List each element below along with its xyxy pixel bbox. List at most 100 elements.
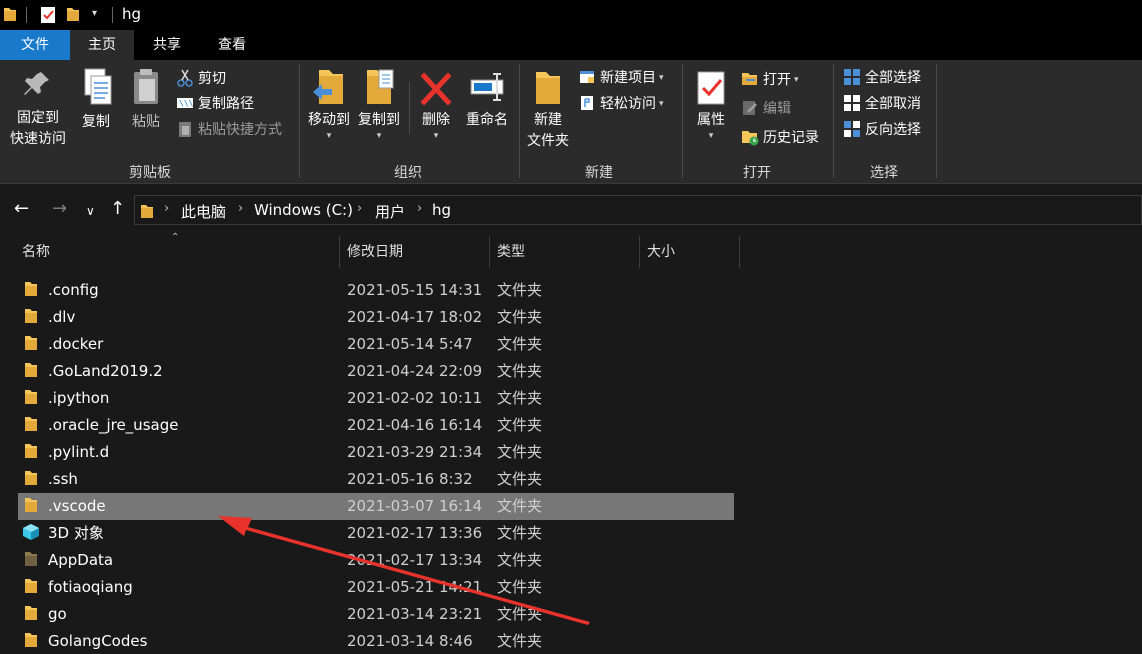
- paste-button[interactable]: 粘贴: [124, 66, 168, 133]
- rename-button[interactable]: 重命名: [462, 66, 512, 131]
- column-divider[interactable]: [739, 236, 740, 268]
- easy-access-button[interactable]: 轻松访问 ▾: [578, 93, 664, 115]
- new-folder-button[interactable]: 新建 文件夹: [523, 66, 573, 152]
- paste-shortcut-label: 粘贴快捷方式: [198, 122, 282, 138]
- folder-icon: [24, 281, 38, 301]
- file-row[interactable]: AppData 2021-02-17 13:34 文件夹: [18, 547, 734, 574]
- breadcrumb-this-pc[interactable]: 此电脑: [181, 201, 226, 222]
- file-row[interactable]: .GoLand2019.2 2021-04-24 22:09 文件夹: [18, 358, 734, 385]
- paste-icon: [134, 69, 158, 104]
- file-modified-date: 2021-03-29 21:34: [347, 443, 483, 461]
- tab-file[interactable]: 文件: [0, 30, 70, 60]
- file-row[interactable]: .dlv 2021-04-17 18:02 文件夹: [18, 304, 734, 331]
- folder-icon: [24, 389, 38, 409]
- group-divider: [299, 64, 300, 178]
- move-to-label: 移动到: [308, 112, 350, 128]
- file-name: .ipython: [48, 389, 110, 407]
- select-none-label: 全部取消: [865, 96, 921, 112]
- tab-share[interactable]: 共享: [134, 30, 200, 60]
- breadcrumb-windows-c[interactable]: Windows (C:): [254, 201, 353, 219]
- column-header-size[interactable]: 大小: [647, 236, 737, 268]
- title-bar: ▾ hg: [0, 0, 1142, 30]
- column-header-name[interactable]: 名称: [22, 236, 338, 268]
- properties-button[interactable]: 属性 ▾: [688, 66, 734, 141]
- new-item-dropdown-icon: ▾: [659, 73, 664, 83]
- new-folder-icon: [536, 72, 560, 104]
- new-folder-label-line2: 文件夹: [527, 133, 569, 149]
- delete-button[interactable]: 删除 ▾: [414, 66, 458, 141]
- back-arrow-icon[interactable]: ←: [14, 199, 29, 219]
- file-name: .GoLand2019.2: [48, 362, 163, 380]
- select-all-button[interactable]: 全部选择: [843, 67, 921, 89]
- breadcrumb-separator-icon[interactable]: ›: [238, 201, 243, 216]
- file-row[interactable]: .ipython 2021-02-02 10:11 文件夹: [18, 385, 734, 412]
- tab-home[interactable]: 主页: [70, 30, 134, 60]
- new-item-button[interactable]: 新建项目 ▾: [578, 67, 664, 89]
- delete-label: 删除: [422, 112, 450, 128]
- column-header-type[interactable]: 类型: [497, 236, 637, 268]
- file-row[interactable]: .oracle_jre_usage 2021-04-16 16:14 文件夹: [18, 412, 734, 439]
- column-header-modified[interactable]: 修改日期: [347, 236, 487, 268]
- open-button[interactable]: 打开 ▾: [741, 69, 799, 91]
- column-divider[interactable]: [639, 236, 640, 268]
- file-name: AppData: [48, 551, 114, 569]
- column-divider[interactable]: [489, 236, 490, 268]
- folder-icon: [24, 308, 38, 328]
- file-type: 文件夹: [497, 281, 543, 299]
- paste-shortcut-button[interactable]: 粘贴快捷方式: [176, 119, 282, 141]
- file-name: go: [48, 605, 67, 623]
- file-type: 文件夹: [497, 389, 543, 407]
- copy-to-button[interactable]: 复制到 ▾: [354, 66, 404, 141]
- file-type: 文件夹: [497, 335, 543, 353]
- group-divider: [833, 64, 834, 178]
- copy-button[interactable]: 复制: [74, 66, 118, 133]
- cut-button[interactable]: 剪切: [176, 68, 226, 90]
- file-type: 文件夹: [497, 443, 543, 461]
- file-name: .dlv: [48, 308, 76, 326]
- up-arrow-icon[interactable]: ↑: [110, 199, 125, 219]
- invert-selection-button[interactable]: 反向选择: [843, 119, 921, 141]
- file-type: 文件夹: [497, 362, 543, 380]
- folder-icon: [24, 416, 38, 436]
- file-row[interactable]: .docker 2021-05-14 5:47 文件夹: [18, 331, 734, 358]
- tab-view[interactable]: 查看: [200, 30, 264, 60]
- svg-text:\\\: \\\: [179, 99, 194, 108]
- file-row[interactable]: GolangCodes 2021-03-14 8:46 文件夹: [18, 628, 734, 654]
- file-row[interactable]: .vscode 2021-03-07 16:14 文件夹: [18, 493, 734, 520]
- file-row[interactable]: .ssh 2021-05-16 8:32 文件夹: [18, 466, 734, 493]
- customize-toolbar-icon[interactable]: ▾: [92, 8, 97, 19]
- move-to-button[interactable]: 移动到 ▾: [304, 66, 354, 141]
- pin-to-quick-access-button[interactable]: 固定到 快速访问: [6, 66, 70, 150]
- file-row[interactable]: fotiaoqiang 2021-05-21 14:21 文件夹: [18, 574, 734, 601]
- history-icon: [741, 128, 759, 146]
- copy-path-label: 复制路径: [198, 96, 254, 112]
- column-divider[interactable]: [339, 236, 340, 268]
- recent-locations-chevron-icon[interactable]: ∨: [86, 201, 95, 221]
- copy-path-button[interactable]: \\\ 复制路径: [176, 93, 254, 115]
- file-type: 文件夹: [497, 605, 543, 623]
- file-name: .docker: [48, 335, 104, 353]
- breadcrumb-users[interactable]: 用户: [375, 201, 405, 222]
- select-none-button[interactable]: 全部取消: [843, 93, 921, 115]
- breadcrumb-hg[interactable]: hg: [432, 201, 451, 219]
- file-name: .pylint.d: [48, 443, 110, 461]
- edit-button[interactable]: 编辑: [741, 98, 791, 120]
- file-row[interactable]: go 2021-03-14 23:21 文件夹: [18, 601, 734, 628]
- file-name: .config: [48, 281, 99, 299]
- breadcrumb-separator-icon[interactable]: ›: [357, 201, 362, 216]
- forward-arrow-icon[interactable]: →: [52, 199, 67, 219]
- copy-label: 复制: [82, 114, 110, 130]
- history-button[interactable]: 历史记录: [741, 127, 819, 149]
- breadcrumb-separator-icon[interactable]: ›: [164, 201, 169, 216]
- copy-path-icon: \\\: [176, 94, 194, 112]
- group-divider: [682, 64, 683, 178]
- properties-quick-icon[interactable]: [40, 6, 56, 24]
- address-bar[interactable]: › 此电脑 › Windows (C:) › 用户 › hg: [134, 195, 1142, 225]
- breadcrumb-separator-icon[interactable]: ›: [417, 201, 422, 216]
- copy-to-label: 复制到: [358, 112, 400, 128]
- file-row[interactable]: 3D 对象 2021-02-17 13:36 文件夹: [18, 520, 734, 547]
- file-row[interactable]: .config 2021-05-15 14:31 文件夹: [18, 277, 734, 304]
- new-folder-quick-icon[interactable]: [66, 6, 80, 22]
- group-label-open: 打开: [743, 165, 771, 181]
- file-row[interactable]: .pylint.d 2021-03-29 21:34 文件夹: [18, 439, 734, 466]
